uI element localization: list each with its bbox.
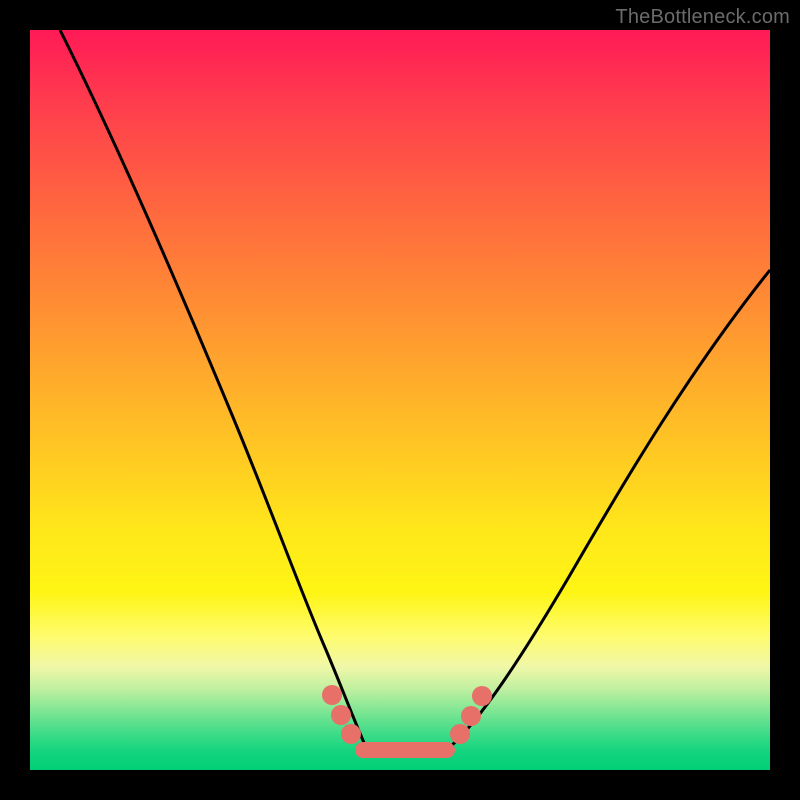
outer-frame: TheBottleneck.com: [0, 0, 800, 800]
right-bead-lower: [450, 724, 470, 744]
watermark-text: TheBottleneck.com: [615, 6, 790, 29]
plot-area: [30, 30, 770, 770]
left-bead-lower: [341, 724, 361, 744]
valley-bar: [355, 742, 455, 758]
curve-layer: [30, 30, 770, 770]
left-bead-upper: [322, 685, 342, 705]
right-bead-mid: [461, 706, 481, 726]
valley-beads: [322, 685, 492, 758]
left-bead-mid: [331, 705, 351, 725]
left-curve: [60, 30, 365, 745]
right-bead-upper: [472, 686, 492, 706]
right-curve: [450, 270, 770, 747]
